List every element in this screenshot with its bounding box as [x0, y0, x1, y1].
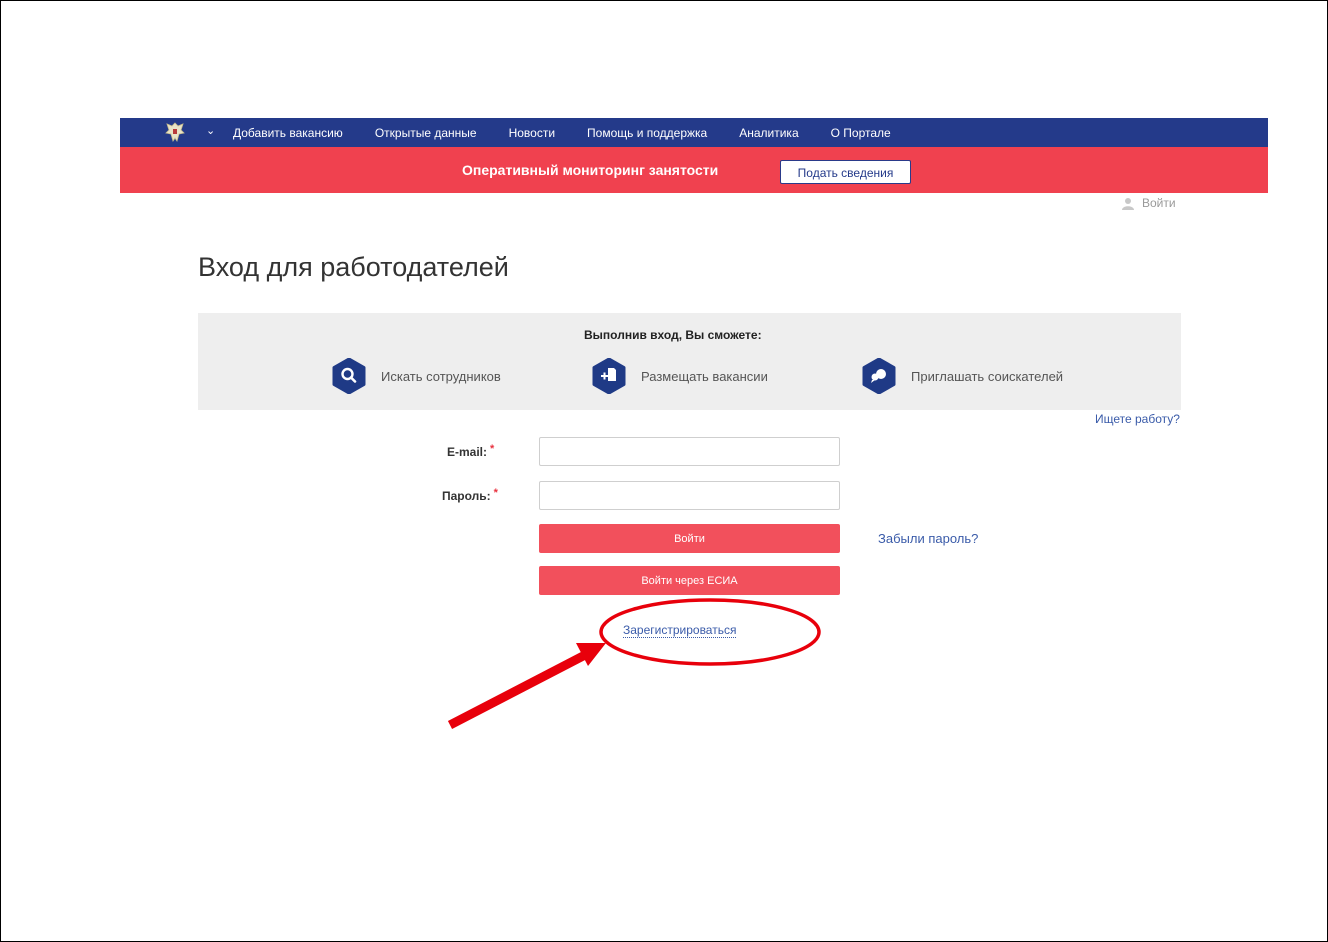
nav-menu: Добавить вакансию Открытые данные Новост…: [233, 118, 923, 147]
esia-login-button[interactable]: Войти через ЕСИА: [539, 566, 840, 595]
benefit-label: Искать сотрудников: [381, 368, 501, 384]
benefits-panel: Выполнив вход, Вы сможете: Искать сотруд…: [198, 313, 1181, 410]
search-icon: [332, 358, 366, 394]
nav-item-help[interactable]: Помощь и поддержка: [587, 126, 707, 140]
benefit-search-employees: Искать сотрудников: [332, 358, 501, 394]
nav-item-analytics[interactable]: Аналитика: [739, 126, 798, 140]
header-login-label: Войти: [1142, 196, 1176, 210]
coat-of-arms-icon[interactable]: [164, 121, 186, 143]
login-button[interactable]: Войти: [539, 524, 840, 553]
forgot-password-link[interactable]: Забыли пароль?: [878, 531, 978, 546]
benefits-title: Выполнив вход, Вы сможете:: [584, 328, 762, 342]
monitoring-banner: Оперативный мониторинг занятости Подать …: [120, 147, 1268, 193]
submit-info-button[interactable]: Подать сведения: [780, 160, 911, 184]
page-title: Вход для работодателей: [198, 252, 509, 282]
nav-item-about[interactable]: О Портале: [831, 126, 891, 140]
add-document-icon: [592, 358, 626, 394]
email-field[interactable]: [539, 437, 840, 466]
email-label-text: E-mail:: [447, 445, 488, 459]
top-navigation: ⌄ Добавить вакансию Открытые данные Ново…: [120, 118, 1268, 147]
password-field[interactable]: [539, 481, 840, 510]
header-login-link[interactable]: Войти: [1122, 196, 1176, 210]
job-seeker-link[interactable]: Ищете работу?: [1095, 412, 1180, 426]
banner-title: Оперативный мониторинг занятости: [462, 162, 719, 178]
nav-item-add-vacancy[interactable]: Добавить вакансию: [233, 126, 343, 140]
chevron-down-icon[interactable]: ⌄: [206, 124, 215, 137]
nav-item-news[interactable]: Новости: [509, 126, 555, 140]
benefit-label: Размещать вакансии: [641, 368, 768, 384]
benefit-invite-candidates: Приглашать соискателей: [862, 358, 1063, 394]
required-mark: *: [490, 443, 495, 455]
benefit-label: Приглашать соискателей: [911, 368, 1064, 384]
chat-bubble-icon: [862, 358, 896, 394]
benefit-post-vacancies: Размещать вакансии: [592, 358, 768, 394]
register-link[interactable]: Зарегистрироваться: [623, 623, 737, 638]
user-icon: [1122, 197, 1134, 210]
email-label: E-mail: *: [447, 443, 495, 459]
password-label-text: Пароль:: [442, 489, 491, 503]
nav-item-open-data[interactable]: Открытые данные: [375, 126, 477, 140]
required-mark: *: [493, 487, 498, 499]
password-label: Пароль: *: [442, 487, 498, 503]
